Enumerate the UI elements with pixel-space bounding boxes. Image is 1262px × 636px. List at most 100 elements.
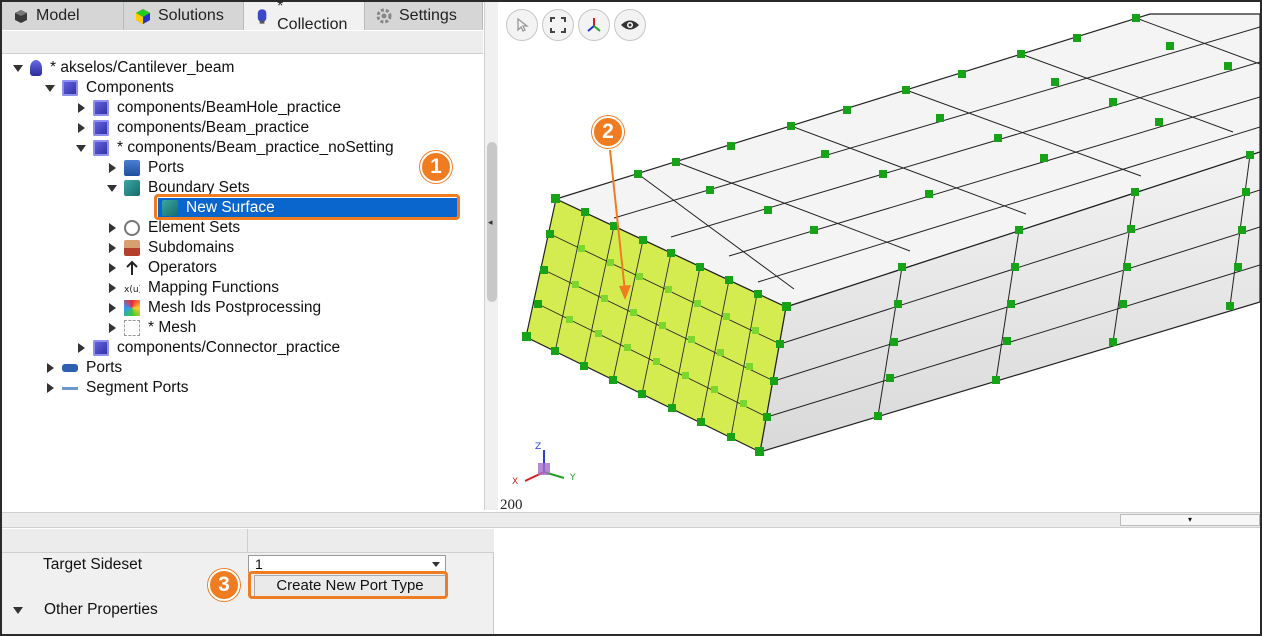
expand-arrow-icon[interactable]	[44, 82, 56, 94]
tree-item-beamhole[interactable]: components/BeamHole_practice	[75, 98, 341, 118]
tree-item-operators[interactable]: Operators	[106, 258, 217, 278]
mesh-ids-icon	[124, 300, 140, 316]
other-properties-label: Other Properties	[44, 601, 158, 618]
tree-item-label: * Mesh	[148, 319, 197, 336]
scale-label: 200	[500, 497, 523, 512]
tree-header	[2, 31, 483, 54]
expand-arrow-icon[interactable]	[75, 142, 87, 154]
tree-item-label: Mapping Functions	[148, 279, 279, 296]
collection-icon	[30, 60, 42, 76]
tree-item-mapping-functions[interactable]: x(u) Mapping Functions	[106, 278, 279, 298]
axes-button[interactable]	[578, 9, 610, 41]
solutions-icon	[136, 9, 150, 24]
axis-z-label: Z	[535, 442, 541, 452]
tree-item-label: Mesh Ids Postprocessing	[148, 299, 322, 316]
boundary-set-icon	[124, 180, 140, 196]
svg-text:x(u): x(u)	[124, 285, 140, 295]
collapse-arrow-icon[interactable]: ◂	[488, 217, 493, 228]
chevron-down-icon	[432, 562, 440, 567]
expand-arrow-icon[interactable]	[106, 302, 118, 314]
expand-arrow-icon[interactable]	[106, 182, 118, 194]
gear-icon	[376, 8, 392, 24]
viewport-toolbar	[506, 9, 646, 41]
tab-label: Settings	[399, 7, 457, 24]
step-badge-3: 3	[208, 569, 240, 601]
axes-icon	[587, 18, 601, 32]
component-icon	[93, 140, 109, 156]
eye-icon	[621, 20, 639, 30]
model-icon	[15, 10, 27, 23]
tree-item-connector[interactable]: components/Connector_practice	[75, 338, 340, 358]
panel-splitter[interactable]	[2, 512, 1260, 528]
expand-arrow-icon[interactable]	[12, 604, 24, 616]
tab-settings[interactable]: Settings	[365, 2, 483, 30]
axis-triad: Z Y X	[512, 442, 576, 487]
tree-item-ports[interactable]: Ports	[106, 158, 184, 178]
fit-view-button[interactable]	[542, 9, 574, 41]
expand-arrow-icon[interactable]	[106, 162, 118, 174]
other-properties-group[interactable]: Other Properties	[12, 601, 158, 619]
tree-item-label: Components	[86, 79, 174, 96]
component-icon	[93, 340, 109, 356]
tree-item-segment-ports[interactable]: Segment Ports	[44, 378, 189, 398]
collection-panel: Model Solutions * Collection Settings * …	[2, 0, 483, 510]
expand-arrow-icon[interactable]	[106, 282, 118, 294]
tree-item-mesh[interactable]: * Mesh	[106, 318, 196, 338]
properties-panel: Target Sideset 1 Create New Port Type 3 …	[2, 529, 494, 634]
visibility-button[interactable]	[614, 9, 646, 41]
expand-arrow-icon[interactable]	[75, 102, 87, 114]
tree-item-top-ports[interactable]: Ports	[44, 358, 122, 378]
tree-item-label: Element Sets	[148, 219, 241, 236]
tab-collection[interactable]: * Collection	[244, 0, 365, 33]
tab-model[interactable]: Model	[2, 2, 124, 30]
tree-item-label: Subdomains	[148, 239, 235, 256]
expand-arrow-icon[interactable]	[106, 262, 118, 274]
tree-item-label: Ports	[86, 359, 123, 376]
select-icon	[517, 17, 529, 32]
port-icon	[62, 364, 78, 372]
expand-arrow-icon[interactable]	[12, 62, 24, 74]
mesh-icon	[124, 320, 140, 336]
highlight-new-surface	[154, 194, 460, 220]
tree-item-element-sets[interactable]: Element Sets	[106, 218, 240, 238]
tab-label: Solutions	[158, 7, 224, 24]
target-sideset-value: 1	[255, 556, 263, 572]
tree-item-components[interactable]: Components	[44, 78, 174, 98]
step-badge-2: 2	[592, 116, 624, 148]
output-panel	[497, 529, 1260, 634]
tree-item-label: * components/Beam_practice_noSetting	[117, 139, 394, 156]
mapping-function-icon: x(u)	[124, 285, 140, 295]
beam-model[interactable]: Z Y X	[498, 2, 1260, 512]
expand-arrow-icon[interactable]	[106, 322, 118, 334]
expand-arrow-icon[interactable]	[75, 122, 87, 134]
expand-arrow-icon[interactable]	[75, 342, 87, 354]
tree-item-mesh-ids[interactable]: Mesh Ids Postprocessing	[106, 298, 321, 318]
expand-arrow-icon[interactable]	[44, 382, 56, 394]
step-badge-1: 1	[420, 151, 452, 183]
view-options-dropdown[interactable]: ▾	[1120, 514, 1260, 526]
tree-item-beam-nosetting[interactable]: * components/Beam_practice_noSetting	[75, 138, 394, 158]
tab-bar: Model Solutions * Collection Settings	[2, 0, 483, 33]
expand-arrow-icon[interactable]	[44, 362, 56, 374]
select-button[interactable]	[506, 9, 538, 41]
element-set-icon	[124, 220, 140, 236]
tree-item-label: * akselos/Cantilever_beam	[50, 59, 235, 76]
tab-label: * Collection	[277, 0, 348, 33]
target-sideset-label: Target Sideset	[43, 556, 143, 573]
tree-item-label: components/BeamHole_practice	[117, 99, 342, 116]
3d-viewport[interactable]: Z Y X 200 2	[498, 2, 1260, 512]
tree-item-label: Ports	[148, 159, 185, 176]
tree-scrollbar[interactable]: ◂	[484, 2, 498, 510]
axis-x-label: X	[512, 477, 518, 487]
tree-item-subdomains[interactable]: Subdomains	[106, 238, 234, 258]
tree-item-beam[interactable]: components/Beam_practice	[75, 118, 309, 138]
fit-view-icon	[550, 17, 566, 33]
tree-item-label: Operators	[148, 259, 217, 276]
expand-arrow-icon[interactable]	[106, 222, 118, 234]
tab-solutions[interactable]: Solutions	[124, 2, 244, 30]
port-icon	[124, 160, 140, 176]
expand-arrow-icon[interactable]	[106, 242, 118, 254]
component-icon	[93, 100, 109, 116]
tree-item-label: Segment Ports	[86, 379, 189, 396]
tree-item-root[interactable]: * akselos/Cantilever_beam	[12, 58, 234, 78]
